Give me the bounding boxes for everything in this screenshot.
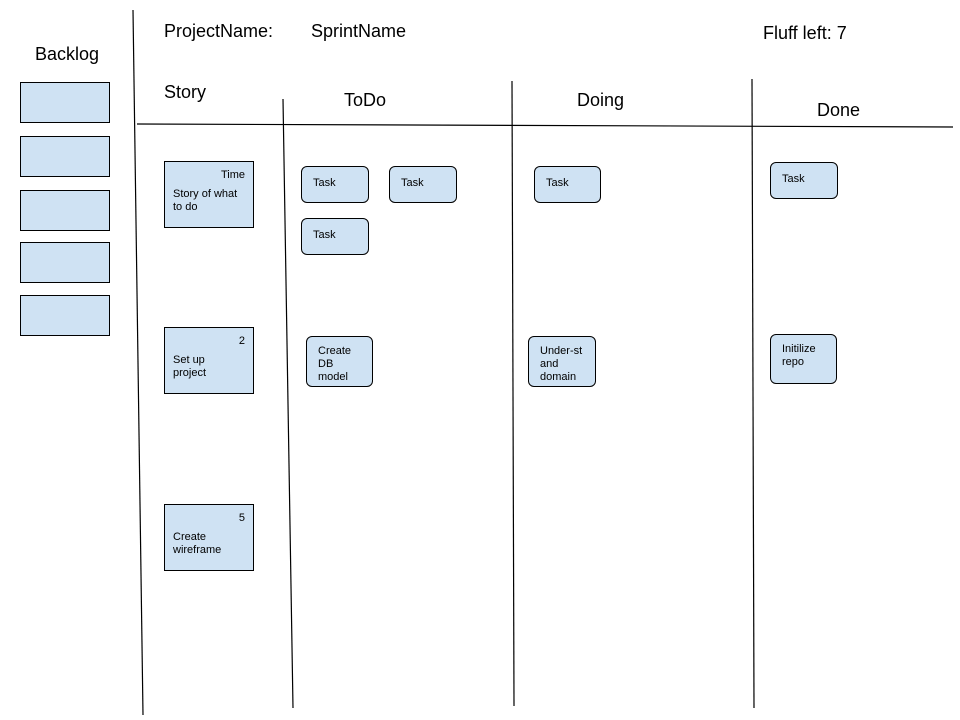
- header-divider-line: [136, 123, 954, 128]
- sprint-name-label: SprintName: [311, 21, 407, 41]
- task-card-todo[interactable]: Create DB model: [306, 336, 373, 387]
- story-card[interactable]: 2 Set up project: [164, 327, 254, 394]
- backlog-slot[interactable]: [20, 190, 110, 231]
- doing-done-divider-line: [751, 78, 755, 709]
- story-card[interactable]: Time Story of what to do: [164, 161, 254, 228]
- story-title: Story of what to do: [173, 188, 238, 214]
- backlog-slot[interactable]: [20, 295, 110, 336]
- task-card-todo[interactable]: Task: [301, 166, 369, 203]
- story-estimate: Time: [220, 169, 245, 181]
- backlog-title: Backlog: [35, 44, 100, 64]
- fluff-left-label: Fluff left: 7: [763, 23, 847, 43]
- todo-doing-divider-line: [511, 80, 515, 707]
- task-card-done[interactable]: Initilize repo: [770, 334, 837, 384]
- story-estimate: 2: [238, 335, 245, 347]
- task-card-done[interactable]: Task: [770, 162, 838, 199]
- task-card-todo[interactable]: Task: [389, 166, 457, 203]
- backlog-slot[interactable]: [20, 136, 110, 177]
- task-card-doing[interactable]: Under-st and domain: [528, 336, 596, 387]
- project-name-label: ProjectName:: [164, 21, 274, 41]
- story-card[interactable]: 5 Create wireframe: [164, 504, 254, 571]
- story-estimate: 5: [238, 512, 245, 524]
- column-header-doing: Doing: [577, 90, 625, 110]
- backlog-slot[interactable]: [20, 82, 110, 123]
- task-card-doing[interactable]: Task: [534, 166, 601, 203]
- backlog-divider-line: [132, 9, 144, 716]
- story-title: Create wireframe: [173, 531, 222, 557]
- story-title: Set up project: [173, 354, 207, 380]
- column-header-todo: ToDo: [344, 90, 387, 110]
- column-header-story: Story: [164, 82, 207, 102]
- column-header-done: Done: [817, 100, 861, 120]
- backlog-slot[interactable]: [20, 242, 110, 283]
- story-todo-divider-line: [282, 98, 294, 709]
- task-card-todo[interactable]: Task: [301, 218, 369, 255]
